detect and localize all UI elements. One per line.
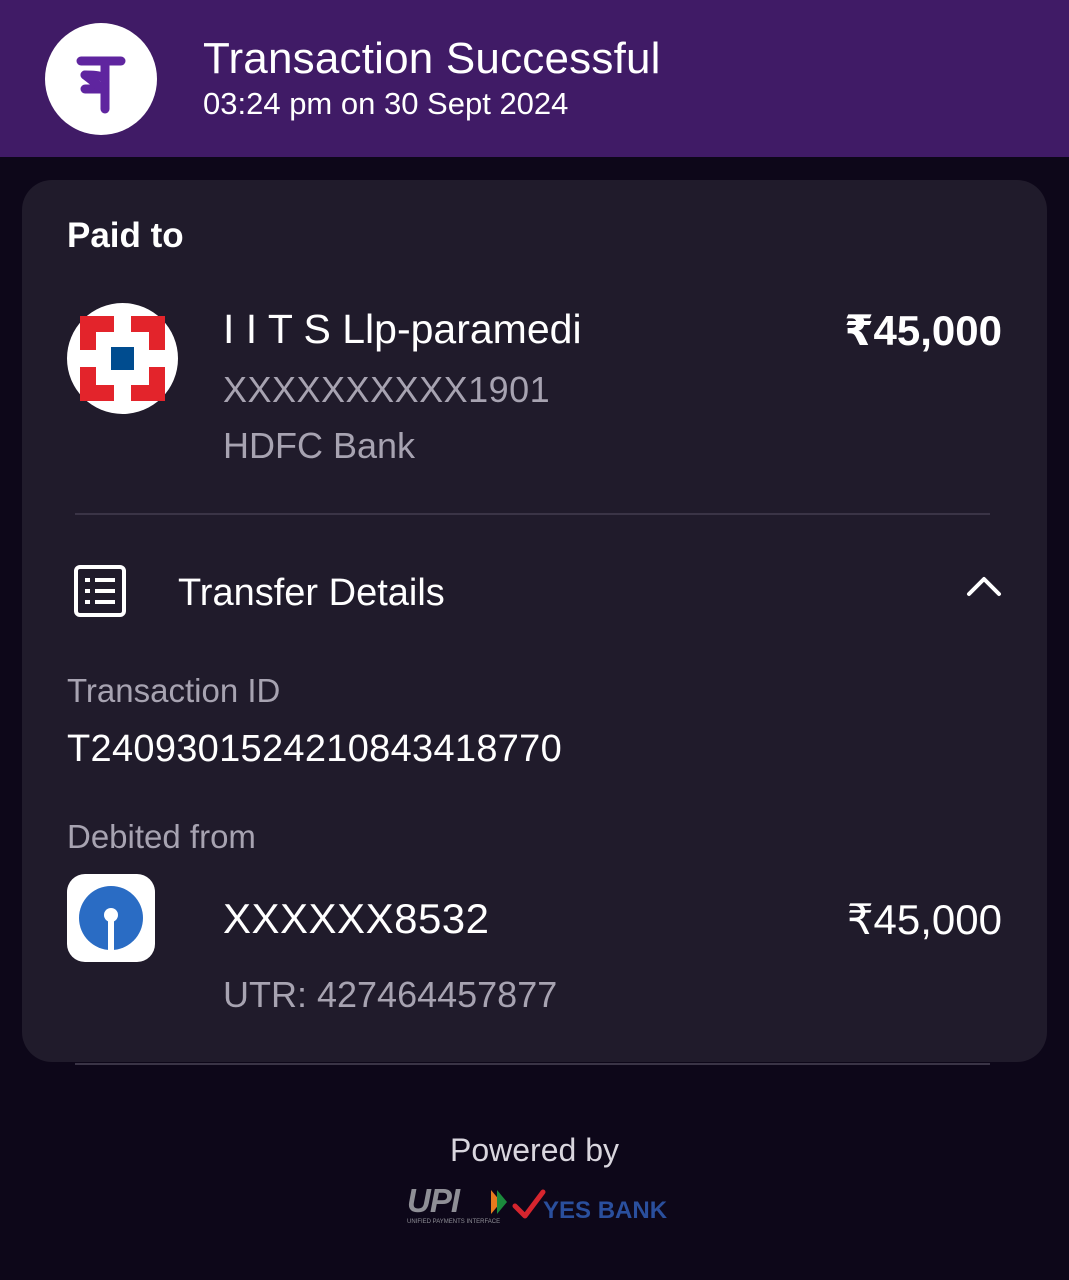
partner-logos: UPI UNIFIED PAYMENTS INTERFACE YES BANK bbox=[405, 1182, 668, 1233]
transaction-id-label: Transaction ID bbox=[67, 672, 281, 709]
transfer-details-title: Transfer Details bbox=[178, 572, 445, 614]
payee-account-number: XXXXXXXXXX1901 bbox=[223, 369, 551, 410]
svg-text:UPI: UPI bbox=[407, 1182, 461, 1219]
debited-from-label: Debited from bbox=[67, 818, 256, 855]
transaction-timestamp: 03:24 pm on 30 Sept 2024 bbox=[203, 86, 569, 121]
paid-amount: ₹45,000 bbox=[844, 307, 1002, 354]
transaction-id-value[interactable]: T2409301524210843418770 bbox=[67, 728, 562, 771]
powered-by-label: Powered by bbox=[450, 1132, 619, 1168]
section-divider bbox=[75, 513, 990, 515]
payee-bank-name: HDFC Bank bbox=[223, 425, 416, 466]
payee-name: I I T S Llp-paramedi bbox=[223, 306, 582, 352]
transaction-receipt-screen: Transaction Successful 03:24 pm on 30 Se… bbox=[0, 0, 1069, 1280]
upi-logo: UPI UNIFIED PAYMENTS INTERFACE bbox=[407, 1182, 507, 1225]
utr-number[interactable]: UTR: 427464457877 bbox=[223, 974, 557, 1016]
transfer-details-toggle[interactable]: Transfer Details bbox=[67, 560, 1002, 624]
status-header: Transaction Successful 03:24 pm on 30 Se… bbox=[0, 0, 1069, 157]
footer-divider bbox=[75, 1063, 990, 1065]
transaction-card: Paid to I I T S Llp-paramedi XXXXXXXXXX1… bbox=[22, 180, 1047, 1062]
sbi-logo-icon bbox=[67, 874, 155, 962]
phonepe-logo-icon bbox=[45, 23, 157, 135]
svg-text:UNIFIED PAYMENTS INTERFACE: UNIFIED PAYMENTS INTERFACE bbox=[407, 1219, 500, 1225]
chevron-up-icon[interactable] bbox=[966, 574, 1002, 603]
debit-amount: ₹45,000 bbox=[846, 896, 1002, 943]
yes-bank-logo: YES BANK bbox=[512, 1189, 668, 1224]
debit-account-number: XXXXXX8532 bbox=[223, 895, 490, 942]
receipt-list-icon bbox=[73, 564, 127, 623]
paid-to-label: Paid to bbox=[67, 216, 184, 255]
svg-text:YES BANK: YES BANK bbox=[543, 1197, 667, 1224]
page-title: Transaction Successful bbox=[203, 34, 661, 83]
hdfc-bank-logo-icon bbox=[67, 303, 178, 414]
